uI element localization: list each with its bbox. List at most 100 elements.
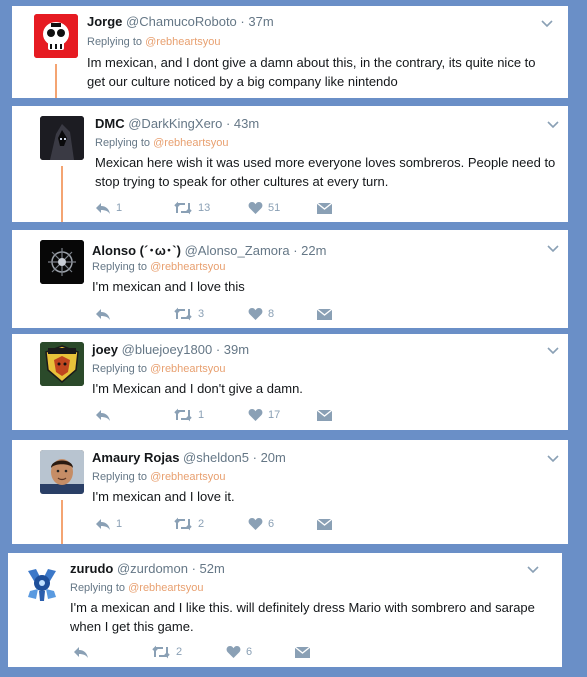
dark-emblem-icon [40, 240, 84, 284]
tweet-card[interactable]: Alonso (´･ω･`) @Alonso_Zamora · 22m Repl… [12, 230, 568, 328]
timestamp[interactable]: · 37m [240, 14, 273, 29]
avatar[interactable] [40, 116, 84, 160]
reply-count: 1 [116, 518, 123, 530]
like-button[interactable]: 6 [226, 642, 252, 662]
like-count: 51 [268, 202, 281, 214]
tweet-card[interactable]: Amaury Rojas @sheldon5 · 20m Replying to… [12, 440, 568, 544]
direct-message-button[interactable] [295, 642, 310, 662]
user-handle[interactable]: @bluejoey1800 [122, 342, 213, 357]
tweet-header: zurudo @zurdomon · 52m [70, 561, 225, 576]
like-count: 6 [246, 646, 253, 658]
display-name[interactable]: Jorge [87, 14, 122, 29]
retweet-icon [174, 307, 192, 321]
timestamp[interactable]: · 39m [216, 342, 249, 357]
avatar[interactable] [40, 240, 84, 284]
like-button[interactable]: 17 [248, 405, 280, 425]
user-handle[interactable]: @Alonso_Zamora [185, 243, 290, 258]
heart-icon [248, 308, 263, 320]
replying-to-handle[interactable]: @rebheartsyou [150, 363, 225, 375]
replying-to-handle[interactable]: @rebheartsyou [153, 137, 228, 149]
retweet-count: 2 [198, 518, 205, 530]
replying-to-handle[interactable]: @rebheartsyou [150, 261, 225, 273]
timestamp[interactable]: · 20m [253, 450, 286, 465]
tweet-card[interactable]: Jorge @ChamucoRoboto · 37m Replying to @… [12, 6, 568, 98]
replying-to-handle[interactable]: @rebheartsyou [150, 471, 225, 483]
reply-button[interactable] [73, 642, 94, 662]
tweet-card[interactable]: joey @bluejoey1800 · 39m Replying to @re… [12, 334, 568, 430]
tweet-header: DMC @DarkKingXero · 43m [95, 116, 259, 131]
tweet-card[interactable]: zurudo @zurdomon · 52m Replying to @rebh… [8, 553, 562, 667]
tweet-text: I'm a mexican and I like this. will defi… [70, 600, 535, 634]
reply-button[interactable] [95, 304, 116, 324]
timestamp[interactable]: · 43m [226, 116, 259, 131]
direct-message-button[interactable] [317, 304, 332, 324]
chevron-down-icon[interactable] [546, 343, 560, 357]
user-handle[interactable]: @DarkKingXero [128, 116, 222, 131]
avatar[interactable] [40, 450, 84, 494]
tweet-header: joey @bluejoey1800 · 39m [92, 342, 249, 357]
chevron-down-icon[interactable] [546, 117, 560, 131]
retweet-icon [152, 645, 170, 659]
heart-icon [248, 518, 263, 530]
direct-message-button[interactable] [317, 198, 332, 218]
like-count: 6 [268, 518, 275, 530]
replying-to: Replying to @rebheartsyou [70, 582, 203, 594]
heart-icon [226, 646, 241, 658]
retweet-icon [174, 408, 192, 422]
envelope-icon [295, 645, 310, 658]
retweet-button[interactable]: 1 [173, 405, 204, 425]
user-handle[interactable]: @sheldon5 [183, 450, 249, 465]
chevron-down-icon[interactable] [526, 562, 540, 576]
replying-to-label: Replying to [95, 137, 151, 149]
timestamp[interactable]: · 22m [293, 243, 326, 258]
replying-to-label: Replying to [87, 36, 143, 48]
replying-to-label: Replying to [92, 261, 148, 273]
display-name[interactable]: Alonso (´･ω･`) [92, 243, 181, 258]
like-button[interactable]: 51 [248, 198, 280, 218]
tweet-text: I'm mexican and I love this [92, 279, 245, 294]
user-handle[interactable]: @zurdomon [117, 561, 188, 576]
replying-to: Replying to @rebheartsyou [92, 363, 225, 375]
envelope-icon [317, 517, 332, 530]
timestamp[interactable]: · 52m [192, 561, 225, 576]
envelope-icon [317, 201, 332, 214]
chevron-down-icon[interactable] [546, 451, 560, 465]
avatar[interactable] [40, 342, 84, 386]
like-button[interactable]: 8 [248, 304, 274, 324]
replying-to-handle[interactable]: @rebheartsyou [128, 582, 203, 594]
display-name[interactable]: Amaury Rojas [92, 450, 179, 465]
replying-to-label: Replying to [92, 471, 148, 483]
display-name[interactable]: DMC [95, 116, 125, 131]
tweet-actions: 1 2 6 [95, 514, 395, 534]
avatar[interactable] [34, 14, 78, 58]
retweet-button[interactable]: 3 [173, 304, 204, 324]
replying-to-handle[interactable]: @rebheartsyou [145, 36, 220, 48]
reply-icon [96, 410, 110, 421]
display-name[interactable]: joey [92, 342, 118, 357]
retweet-count: 1 [198, 409, 205, 421]
avatar[interactable] [20, 561, 64, 605]
replying-to: Replying to @rebheartsyou [92, 471, 225, 483]
retweet-button[interactable]: 2 [151, 642, 182, 662]
chevron-down-icon[interactable] [540, 16, 554, 30]
reply-icon [96, 203, 110, 214]
reply-icon [96, 519, 110, 530]
direct-message-button[interactable] [317, 405, 332, 425]
replying-to: Replying to @rebheartsyou [87, 36, 220, 48]
retweet-button[interactable]: 13 [173, 198, 210, 218]
like-button[interactable]: 6 [248, 514, 274, 534]
fox-hound-emblem-icon [40, 342, 84, 386]
reply-button[interactable]: 1 [95, 514, 122, 534]
user-handle[interactable]: @ChamucoRoboto [126, 14, 237, 29]
display-name[interactable]: zurudo [70, 561, 113, 576]
tweet-actions: 2 6 [73, 642, 373, 662]
tweet-text: I'm Mexican and I don't give a damn. [92, 381, 303, 396]
direct-message-button[interactable] [317, 514, 332, 534]
reply-button[interactable] [95, 405, 116, 425]
retweet-button[interactable]: 2 [173, 514, 204, 534]
tweet-header: Amaury Rojas @sheldon5 · 20m [92, 450, 286, 465]
chevron-down-icon[interactable] [546, 241, 560, 255]
tweet-card[interactable]: DMC @DarkKingXero · 43m Replying to @reb… [12, 106, 568, 222]
thread-line [55, 64, 57, 98]
reply-button[interactable]: 1 [95, 198, 122, 218]
